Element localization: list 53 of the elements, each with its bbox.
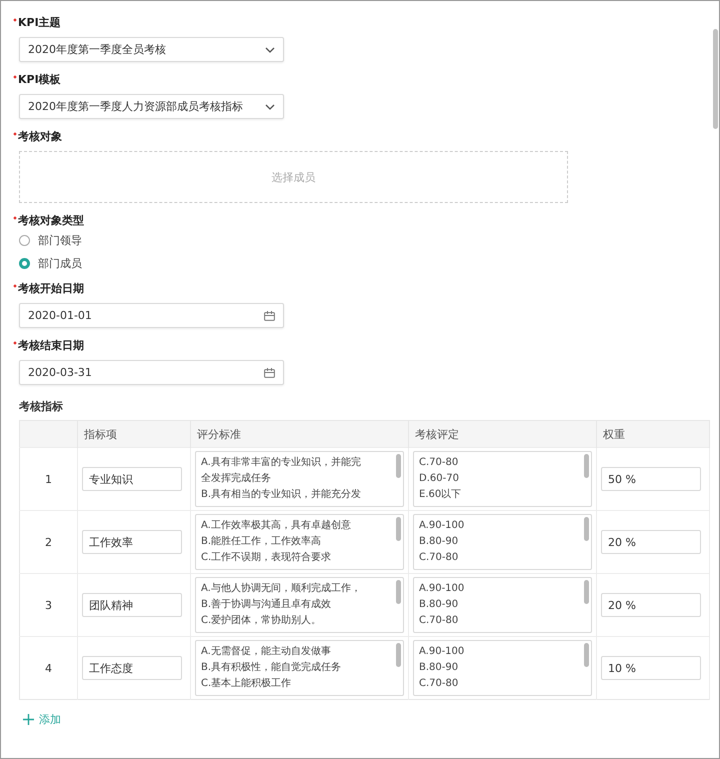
chevron-down-icon (265, 104, 275, 110)
field-label: 考核结束日期 (18, 338, 84, 354)
field-label: 考核对象类型 (18, 213, 84, 229)
scrollbar-thumb[interactable] (584, 454, 589, 478)
calendar-icon (264, 310, 275, 320)
select-field[interactable]: 2020年度第一季度人力资源部成员考核指标 (19, 94, 284, 119)
calendar-icon (264, 368, 275, 378)
scrollbar-thumb[interactable] (396, 643, 401, 667)
criteria-textarea[interactable]: A.无需督促，能主动自发做事 B.具有积极性，能自觉完成任务 C.基本上能积极工作 (195, 640, 404, 696)
radio-label[interactable]: 部门成员 (38, 256, 82, 271)
indicator-name-field[interactable]: 专业知识 (82, 467, 182, 491)
row-index: 3 (20, 574, 78, 636)
scrollbar-thumb[interactable] (396, 580, 401, 604)
weight-field[interactable]: 50 % (601, 467, 701, 491)
radio-label[interactable]: 部门领导 (38, 233, 82, 248)
rating-textarea[interactable]: C.70-80 D.60-70 E.60以下 (413, 451, 592, 507)
field-label: KPI模板 (18, 72, 61, 88)
radio-button[interactable] (19, 258, 30, 269)
field-label: KPI主题 (18, 15, 61, 31)
scrollbar-thumb[interactable] (584, 643, 589, 667)
scrollbar-thumb[interactable] (396, 517, 401, 541)
indicator-name-field[interactable]: 团队精神 (82, 593, 182, 617)
indicator-name-field[interactable]: 工作态度 (82, 656, 182, 680)
rating-textarea[interactable]: A.90-100 B.80-90 C.70-80 (413, 514, 592, 570)
criteria-textarea[interactable]: A.工作效率极其高，具有卓越创意 B.能胜任工作，工作效率高 C.工作不误期，表现符合要求 (195, 514, 404, 570)
scrollbar-thumb[interactable] (396, 454, 401, 478)
date-field[interactable]: 2020-01-01 (19, 303, 284, 328)
indicator-name-field[interactable]: 工作效率 (82, 530, 182, 554)
scrollbar-thumb[interactable] (584, 517, 589, 541)
weight-field[interactable]: 20 % (601, 593, 701, 617)
scrollbar-thumb[interactable] (584, 580, 589, 604)
select-field[interactable]: 2020年度第一季度全员考核 (19, 37, 284, 62)
section-title: 考核指标 (19, 399, 64, 414)
column-header: 指标项 (78, 420, 190, 448)
scrollbar-thumb[interactable] (713, 29, 718, 129)
criteria-textarea[interactable]: A.具有非常丰富的专业知识，并能完 全发挥完成任务 B.具有相当的专业知识，并能充分发 (195, 451, 404, 507)
rating-textarea[interactable]: A.90-100 B.80-90 C.70-80 (413, 577, 592, 633)
field-label: 考核开始日期 (18, 281, 84, 297)
weight-field[interactable]: 10 % (601, 656, 701, 680)
plus-icon (23, 714, 34, 725)
radio-button[interactable] (19, 235, 30, 246)
row-index: 4 (20, 636, 78, 700)
chevron-down-icon (265, 46, 275, 52)
column-header: 权重 (596, 420, 710, 448)
date-field[interactable]: 2020-03-31 (19, 360, 284, 385)
row-index: 1 (20, 448, 78, 510)
weight-field[interactable]: 20 % (601, 530, 701, 554)
field-label: 考核对象 (18, 129, 62, 145)
row-index: 2 (20, 510, 78, 574)
rating-textarea[interactable]: A.90-100 B.80-90 C.70-80 (413, 640, 592, 696)
column-header: 评分标准 (190, 420, 408, 448)
column-header: 考核评定 (408, 420, 596, 448)
criteria-textarea[interactable]: A.与他人协调无间，顺利完成工作， B.善于协调与沟通且卓有成效 C.爱护团体，常协助别人。 (195, 577, 404, 633)
